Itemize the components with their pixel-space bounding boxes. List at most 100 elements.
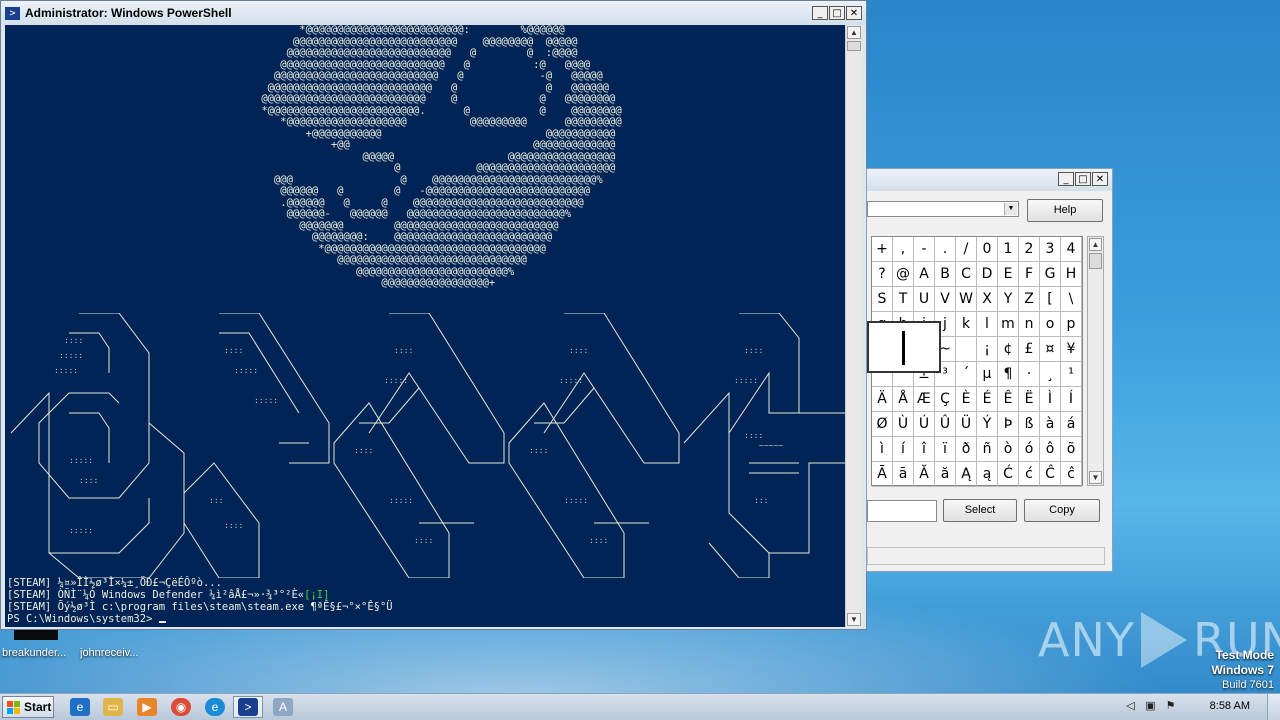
console-output[interactable]: *@@@@@@@@@@@@@@@@@@@@@@@@@: %@@@@@@ @@@@… — [5, 25, 846, 627]
character-cell[interactable]: l — [977, 312, 998, 337]
character-cell[interactable]: Ć — [998, 462, 1019, 487]
character-cell[interactable]: µ — [977, 362, 998, 387]
help-button[interactable]: Help — [1027, 199, 1103, 222]
start-button[interactable]: Start — [2, 696, 54, 718]
character-cell[interactable]: Þ — [998, 412, 1019, 437]
character-cell[interactable]: Ê — [998, 387, 1019, 412]
character-cell[interactable]: [ — [1040, 287, 1061, 312]
character-map-icon[interactable]: A — [273, 698, 293, 716]
character-cell[interactable]: ¶ — [998, 362, 1019, 387]
character-cell[interactable]: í — [893, 437, 914, 462]
character-cell[interactable]: î — [914, 437, 935, 462]
character-cell[interactable]: Z — [1019, 287, 1040, 312]
show-desktop-button[interactable] — [1267, 694, 1280, 720]
speaker-icon[interactable]: ◁ — [1124, 700, 1137, 713]
character-cell[interactable]: Ù — [893, 412, 914, 437]
character-cell[interactable]: ă — [935, 462, 956, 487]
character-cell[interactable]: . — [935, 237, 956, 262]
internet-explorer-icon[interactable]: e — [70, 698, 90, 716]
character-cell[interactable]: Ø — [872, 412, 893, 437]
character-cell[interactable]: 2 — [1019, 237, 1040, 262]
character-cell[interactable]: Ü — [956, 412, 977, 437]
character-cell[interactable]: 3 — [1040, 237, 1061, 262]
character-cell[interactable]: ò — [998, 437, 1019, 462]
character-cell[interactable]: W — [956, 287, 977, 312]
character-cell[interactable]: X — [977, 287, 998, 312]
character-cell[interactable]: á — [1061, 412, 1082, 437]
powershell-window[interactable]: > Administrator: Windows PowerShell _ □ … — [0, 0, 867, 630]
character-cell[interactable]: Ă — [914, 462, 935, 487]
character-cell[interactable]: 4 — [1061, 237, 1082, 262]
charmap-maximize-button[interactable]: □ — [1075, 172, 1091, 186]
character-cell[interactable]: ð — [956, 437, 977, 462]
desktop-icon-label-breakunder[interactable]: breakunder... — [2, 647, 66, 659]
charmap-minimize-button[interactable]: _ — [1058, 172, 1074, 186]
character-cell[interactable]: Û — [935, 412, 956, 437]
character-cell[interactable]: - — [914, 237, 935, 262]
character-cell[interactable]: ¥ — [1061, 337, 1082, 362]
character-cell[interactable]: ¸ — [1040, 362, 1061, 387]
maximize-button[interactable]: □ — [829, 6, 845, 20]
character-cell[interactable]: ï — [935, 437, 956, 462]
character-cell[interactable]: Ā — [872, 462, 893, 487]
character-cell[interactable]: Í — [1061, 387, 1082, 412]
character-cell[interactable]: õ — [1061, 437, 1082, 462]
character-cell[interactable]: @ — [893, 262, 914, 287]
scroll-up-arrow-icon[interactable]: ▲ — [1089, 238, 1102, 251]
character-cell[interactable]: Ú — [914, 412, 935, 437]
character-cell[interactable]: U — [914, 287, 935, 312]
character-cell[interactable]: B — [935, 262, 956, 287]
character-cell[interactable]: Ĉ — [1040, 462, 1061, 487]
character-cell[interactable]: ß — [1019, 412, 1040, 437]
file-explorer-icon[interactable]: ▭ — [103, 698, 123, 716]
character-cell[interactable]: Å — [893, 387, 914, 412]
character-cell[interactable]: ą — [977, 462, 998, 487]
character-cell[interactable]: A — [914, 262, 935, 287]
character-cell[interactable]: C — [956, 262, 977, 287]
character-cell[interactable]: Æ — [914, 387, 935, 412]
clock[interactable]: 8:58 AM — [1210, 700, 1250, 712]
character-cell[interactable]: ñ — [977, 437, 998, 462]
edge-icon[interactable]: e — [205, 698, 225, 716]
font-select[interactable]: ▼ — [867, 201, 1019, 217]
network-icon[interactable]: ▣ — [1144, 700, 1157, 713]
powershell-titlebar[interactable]: > Administrator: Windows PowerShell — [1, 1, 866, 25]
character-cell[interactable]: Ą — [956, 462, 977, 487]
character-cell[interactable]: S — [872, 287, 893, 312]
charmap-close-button[interactable]: ✕ — [1092, 172, 1108, 186]
character-cell[interactable]: Ý — [977, 412, 998, 437]
character-cell[interactable]: Ç — [935, 387, 956, 412]
character-cell[interactable]: E — [998, 262, 1019, 287]
desktop-icon-label-johnreceiv[interactable]: johnreceiv... — [80, 647, 139, 659]
flag-icon[interactable]: ⚑ — [1164, 700, 1177, 713]
character-cell[interactable]: à — [1040, 412, 1061, 437]
character-cell[interactable]: ô — [1040, 437, 1061, 462]
taskbar-powershell-button[interactable]: > — [233, 696, 263, 718]
character-cell[interactable]: ¢ — [998, 337, 1019, 362]
character-cell[interactable]: ¹ — [1061, 362, 1082, 387]
copy-button[interactable]: Copy — [1024, 499, 1100, 522]
console-scrollbar[interactable]: ▲ ▼ — [845, 25, 862, 627]
close-button[interactable]: ✕ — [846, 6, 862, 20]
character-cell[interactable]: n — [1019, 312, 1040, 337]
chrome-icon[interactable]: ◉ — [171, 698, 191, 716]
character-cell[interactable]: ā — [893, 462, 914, 487]
character-cell[interactable] — [956, 337, 977, 362]
character-cell[interactable]: ì — [872, 437, 893, 462]
scroll-thumb[interactable] — [847, 41, 861, 51]
character-cell[interactable]: V — [935, 287, 956, 312]
characters-to-copy-input[interactable] — [867, 500, 937, 522]
media-player-icon[interactable]: ▶ — [137, 698, 157, 716]
chevron-down-icon[interactable]: ▼ — [1004, 203, 1017, 215]
character-cell[interactable]: ĉ — [1061, 462, 1082, 487]
character-cell[interactable]: 1 — [998, 237, 1019, 262]
character-cell[interactable]: , — [893, 237, 914, 262]
character-cell[interactable]: H — [1061, 262, 1082, 287]
character-grid-scrollbar[interactable]: ▲ ▼ — [1087, 236, 1104, 486]
character-cell[interactable]: Ä — [872, 387, 893, 412]
character-cell[interactable]: ? — [872, 262, 893, 287]
character-cell[interactable]: · — [1019, 362, 1040, 387]
select-button[interactable]: Select — [943, 499, 1017, 522]
character-cell[interactable]: o — [1040, 312, 1061, 337]
character-cell[interactable]: \ — [1061, 287, 1082, 312]
